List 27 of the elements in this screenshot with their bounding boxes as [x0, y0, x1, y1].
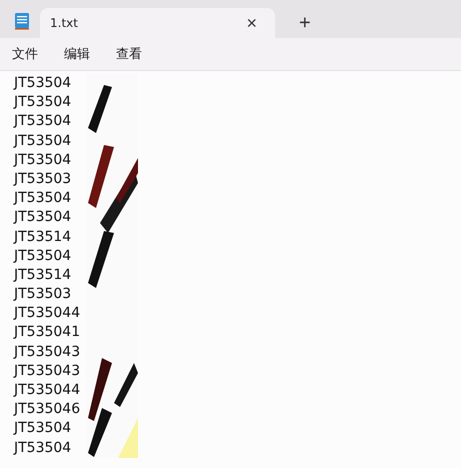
text-line: JT535041 [14, 323, 82, 342]
text-line: JT535043 [14, 362, 82, 381]
text-line: JT535043 [14, 342, 82, 362]
new-tab-button[interactable]: + [293, 12, 317, 34]
text-line: JT53504 [14, 208, 72, 228]
text-line: JT535044 [14, 381, 82, 400]
text-line: JT53504 [14, 246, 72, 266]
text-line: JT53504 [14, 438, 72, 458]
menu-item[interactable]: 文件 [12, 45, 38, 63]
text-line: JT53503 [14, 285, 72, 304]
text-line: JT535046 [14, 400, 82, 420]
text-line: JT53504 [14, 112, 72, 132]
text-line: JT53503 [14, 170, 72, 189]
text-line: JT53514 [14, 266, 72, 285]
text-line: JT53504 [14, 74, 72, 93]
menu-item[interactable]: 查看 [116, 45, 142, 63]
notepad-icon [14, 12, 30, 30]
text-line: JT53504 [14, 419, 72, 438]
text-line: JT53504 [14, 189, 72, 208]
menu-item[interactable]: 编辑 [64, 45, 90, 63]
close-tab-button[interactable]: × [242, 14, 261, 32]
text-line: JT53504 [14, 93, 72, 112]
text-line: JT535044 [14, 304, 82, 324]
text-line: JT53504 [14, 150, 72, 170]
file-tab[interactable]: 1.txt × [40, 8, 275, 38]
text-line: JT53504 [14, 132, 72, 151]
text-line: JT53514 [14, 228, 72, 246]
